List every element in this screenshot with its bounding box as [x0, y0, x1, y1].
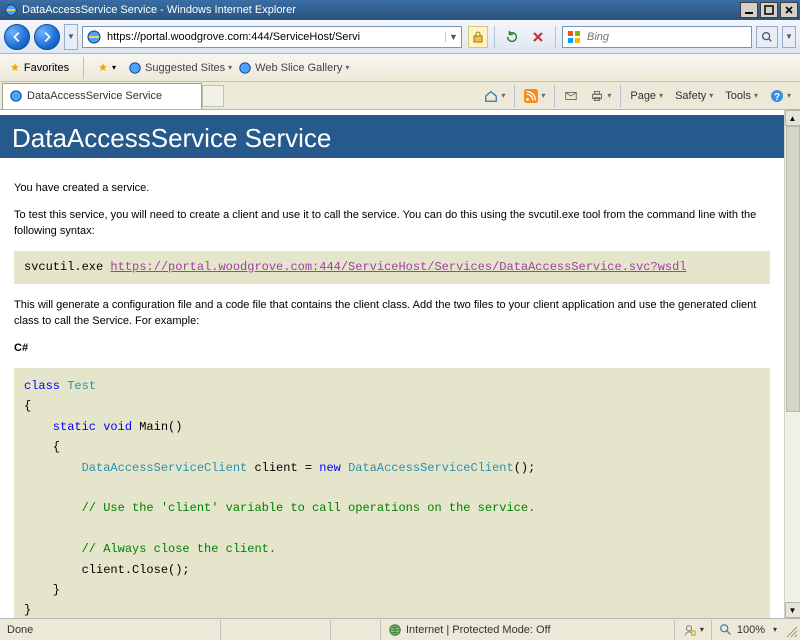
address-bar[interactable]: ▼ [82, 26, 462, 48]
back-button[interactable] [4, 24, 30, 50]
refresh-button[interactable] [501, 26, 523, 48]
status-pane-3[interactable]: ▾ [674, 620, 711, 640]
separator [494, 26, 495, 48]
web-slice-label: Web Slice Gallery [255, 62, 342, 74]
tab-bar: DataAccessService Service ▾ ▾ ▾ Page▾ Sa… [0, 82, 800, 110]
resize-grip[interactable] [784, 620, 800, 640]
home-button[interactable]: ▾ [479, 85, 510, 107]
address-input[interactable] [105, 28, 445, 46]
feeds-button[interactable]: ▾ [519, 85, 550, 107]
page-menu[interactable]: Page▾ [625, 85, 668, 107]
minimize-button[interactable] [740, 2, 758, 18]
tab-favicon [9, 89, 23, 103]
separator [620, 85, 621, 107]
scroll-up-button[interactable]: ▲ [785, 110, 800, 126]
address-dropdown[interactable]: ▼ [445, 32, 461, 42]
navigation-bar: ▼ ▼ ▼ [0, 20, 800, 54]
bing-icon [566, 29, 582, 45]
maximize-button[interactable] [760, 2, 778, 18]
csharp-heading: C# [14, 341, 770, 357]
status-zoom[interactable]: 100% ▾ [711, 620, 784, 640]
search-box[interactable] [562, 26, 752, 48]
separator [555, 26, 556, 48]
svcutil-command-block: svcutil.exe https://portal.woodgrove.com… [14, 251, 770, 284]
safety-menu[interactable]: Safety▾ [670, 85, 718, 107]
created-text: You have created a service. [14, 181, 770, 197]
add-favorite-button[interactable]: ★▾ [92, 59, 122, 76]
stop-button[interactable] [527, 26, 549, 48]
ie-icon [238, 61, 252, 75]
test-instruction-text: To test this service, you will need to c… [14, 208, 770, 240]
status-bar: Done Internet | Protected Mode: Off ▾ 10… [0, 618, 800, 640]
forward-button[interactable] [34, 24, 60, 50]
favorites-bar: ★ Favorites ★▾ Suggested Sites ▾ Web Sli… [0, 54, 800, 82]
suggested-sites-label: Suggested Sites [145, 62, 225, 74]
favorites-label: Favorites [24, 62, 69, 74]
scroll-thumb[interactable] [786, 126, 800, 412]
globe-icon [388, 623, 402, 637]
vertical-scrollbar[interactable]: ▲ ▼ [784, 110, 800, 618]
tools-menu[interactable]: Tools▾ [720, 85, 763, 107]
scroll-track[interactable] [785, 126, 800, 602]
new-tab-button[interactable] [202, 85, 224, 107]
status-done: Done [0, 620, 220, 640]
svg-text:?: ? [774, 92, 780, 103]
status-pane-1 [220, 620, 330, 640]
ie-logo-icon [4, 3, 18, 17]
favorites-button[interactable]: ★ Favorites [4, 59, 75, 76]
separator [554, 85, 555, 107]
page-banner: DataAccessService Service [0, 115, 784, 158]
separator [83, 57, 84, 79]
status-zone[interactable]: Internet | Protected Mode: Off [380, 620, 674, 640]
tab-active[interactable]: DataAccessService Service [2, 83, 202, 109]
search-input[interactable] [585, 30, 751, 44]
generate-explain-text: This will generate a configuration file … [14, 298, 770, 330]
window-title: DataAccessService Service - Windows Inte… [22, 4, 740, 16]
ie-icon [128, 61, 142, 75]
window-titlebar: DataAccessService Service - Windows Inte… [0, 0, 800, 20]
star-icon: ★ [10, 61, 20, 74]
content-viewport: DataAccessService Service You have creat… [0, 110, 800, 618]
separator [514, 85, 515, 107]
close-button[interactable] [780, 2, 798, 18]
read-mail-button[interactable] [559, 85, 583, 107]
web-slice-gallery-link[interactable]: Web Slice Gallery ▾ [238, 61, 349, 75]
nav-history-dropdown[interactable]: ▼ [64, 24, 78, 50]
print-button[interactable]: ▾ [585, 85, 616, 107]
scroll-down-button[interactable]: ▼ [785, 602, 800, 618]
wsdl-link[interactable]: https://portal.woodgrove.com:444/Service… [110, 260, 686, 274]
search-dropdown[interactable]: ▼ [782, 26, 796, 48]
status-pane-2 [330, 620, 380, 640]
lock-icon[interactable] [468, 26, 488, 48]
search-go-button[interactable] [756, 26, 778, 48]
zoom-icon [719, 623, 733, 637]
site-icon [86, 29, 102, 45]
star-add-icon: ★ [98, 61, 108, 74]
csharp-code-block: class Test { static void Main() { DataAc… [14, 368, 770, 618]
help-button[interactable]: ?▾ [765, 85, 796, 107]
tab-title: DataAccessService Service [27, 90, 162, 102]
suggested-sites-link[interactable]: Suggested Sites ▾ [128, 61, 232, 75]
